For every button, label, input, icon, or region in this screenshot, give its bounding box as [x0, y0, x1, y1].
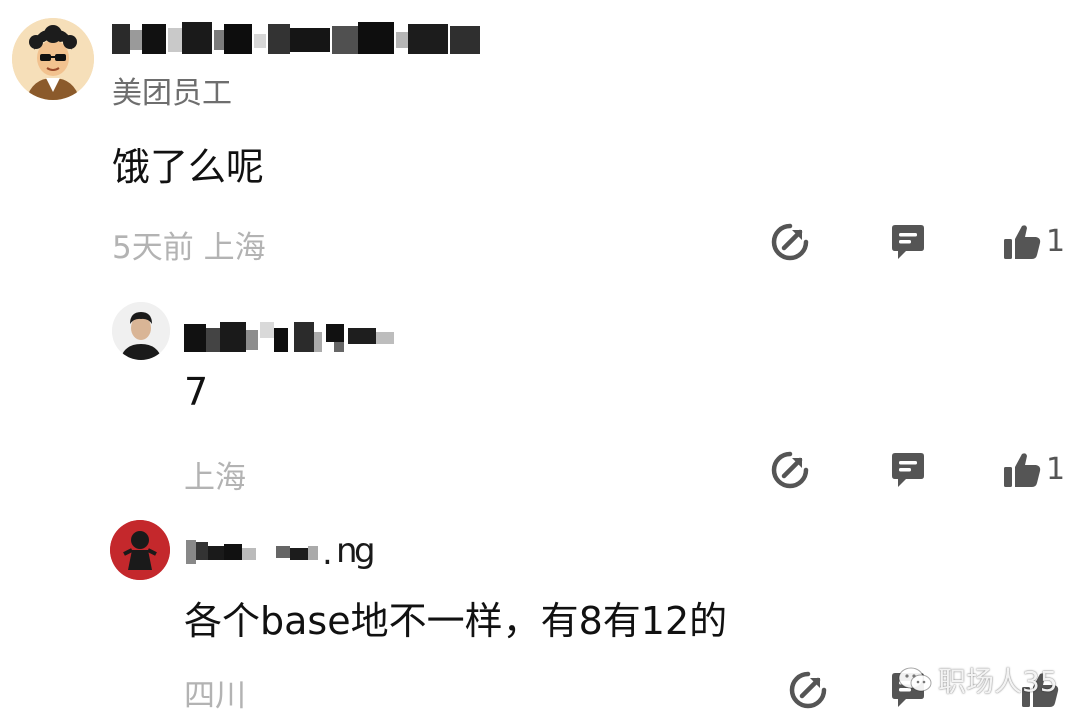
comment-text: 各个base地不一样，有8有12的	[184, 599, 728, 643]
avatar-cartoon-icon	[12, 18, 94, 100]
thumbs-up-icon[interactable]	[1002, 450, 1042, 490]
watermark-text: 职场人35	[938, 665, 1058, 698]
svg-text:.: .	[322, 533, 333, 573]
wechat-icon	[898, 666, 932, 694]
avatar[interactable]	[12, 18, 94, 100]
share-icon[interactable]	[788, 670, 828, 710]
share-icon[interactable]	[770, 222, 810, 262]
comment-text: 饿了么呢	[112, 145, 265, 189]
avatar[interactable]	[110, 520, 170, 580]
pixelated-username-block	[184, 322, 394, 352]
avatar[interactable]	[112, 302, 170, 360]
comment-meta: 5天前 上海	[112, 230, 266, 266]
comment-meta: 上海	[184, 460, 246, 496]
username-pixelated[interactable]: . n g	[184, 528, 374, 576]
username-pixelated[interactable]	[184, 318, 396, 354]
pixelated-username-block	[112, 22, 480, 54]
avatar-figure-icon	[110, 520, 170, 580]
pixelated-username-block: . n g	[186, 531, 374, 573]
avatar-person-icon	[112, 302, 170, 360]
svg-text:g: g	[354, 531, 374, 571]
reply-icon[interactable]	[888, 450, 928, 490]
user-subtitle: 美团员工	[112, 76, 232, 111]
comment-meta: 四川	[184, 678, 246, 714]
share-icon[interactable]	[770, 450, 810, 490]
reply-icon[interactable]	[888, 222, 928, 262]
username-pixelated[interactable]	[112, 20, 482, 56]
thumbs-up-icon[interactable]	[1002, 222, 1042, 262]
like-count: 1	[1046, 224, 1066, 259]
watermark: 职场人35	[898, 660, 1058, 700]
comment-text: 7	[184, 370, 209, 414]
like-count: 1	[1046, 452, 1066, 487]
